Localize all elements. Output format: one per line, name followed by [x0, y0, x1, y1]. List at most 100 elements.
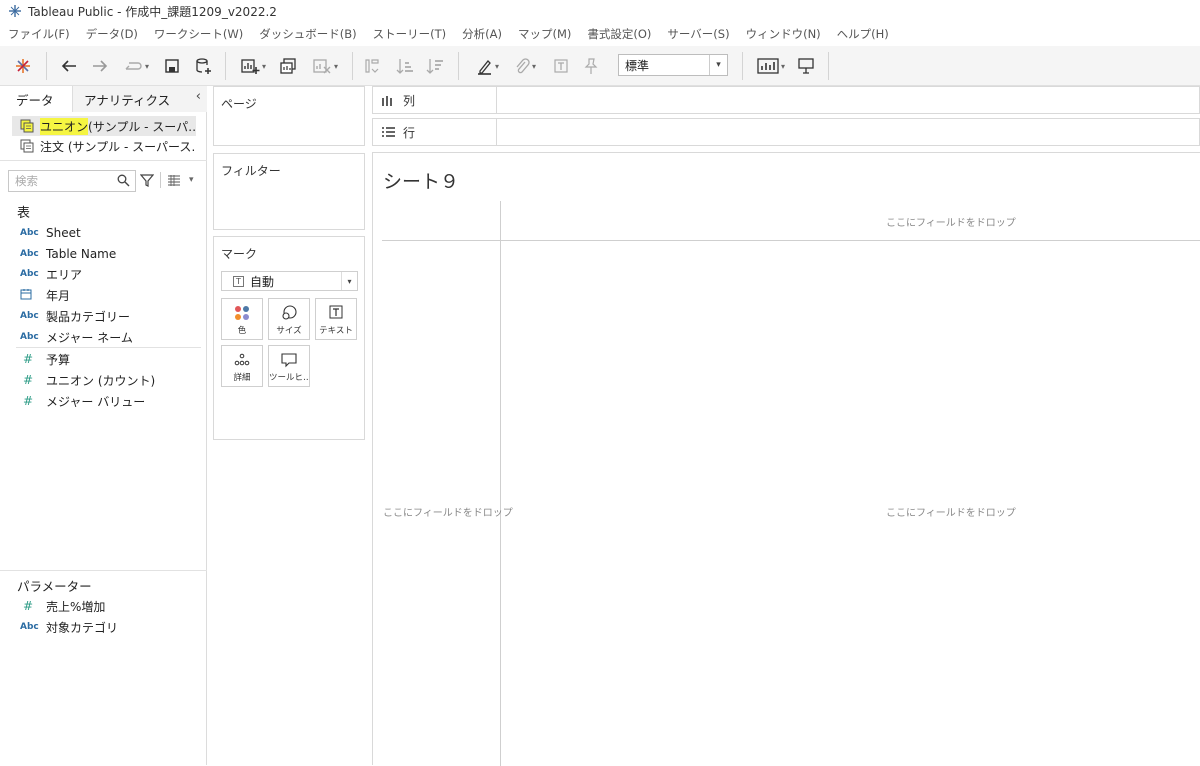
pin-icon[interactable]	[580, 54, 602, 78]
filter-icon[interactable]	[140, 173, 154, 187]
string-type-icon: Abc	[20, 249, 39, 259]
detail-label: 詳細	[233, 373, 251, 383]
size-button[interactable]: サイズ	[268, 298, 310, 340]
size-label: サイズ	[276, 326, 302, 336]
marks-card: マーク T 自動 ▾ 色 サイズ テキスト 詳細 ツールヒ…	[213, 236, 365, 440]
datasource-icon	[20, 139, 34, 153]
datasource-item-orders[interactable]: 注文 (サンプル - スーパース…	[12, 136, 196, 156]
filters-title: フィルター	[221, 164, 281, 178]
clear-sheet-icon[interactable]: ▾	[306, 54, 344, 78]
columns-shelf[interactable]: 列	[372, 86, 1200, 114]
datasource-name: 注文 (サンプル - スーパース…	[40, 139, 196, 154]
field-item[interactable]: Abc メジャー ネーム	[20, 327, 133, 347]
drop-zone-columns[interactable]: ここにフィールドをドロップ	[886, 214, 1016, 229]
menu-file[interactable]: ファイル(F)	[0, 26, 78, 42]
save-icon[interactable]	[161, 54, 183, 78]
undo-icon[interactable]	[58, 54, 80, 78]
sort-ascending-icon[interactable]	[394, 54, 416, 78]
color-button[interactable]: 色	[221, 298, 263, 340]
redo-icon[interactable]	[89, 54, 111, 78]
duplicate-sheet-icon[interactable]	[277, 54, 299, 78]
field-item[interactable]: # ユニオン (カウント)	[20, 370, 155, 390]
mark-type-value: 自動	[250, 274, 275, 289]
columns-shelf-label: 列	[373, 87, 497, 113]
menu-dashboard[interactable]: ダッシュボード(B)	[251, 26, 364, 42]
text-icon	[329, 305, 343, 319]
menu-window[interactable]: ウィンドウ(N)	[738, 26, 829, 42]
filters-card[interactable]: フィルター	[213, 153, 365, 230]
field-item[interactable]: # 予算	[20, 349, 70, 369]
field-item[interactable]: Abc Table Name	[20, 244, 116, 264]
chevron-down-icon[interactable]: ▾	[709, 55, 727, 75]
field-name: メジャー ネーム	[46, 330, 133, 345]
menu-help[interactable]: ヘルプ(H)	[829, 26, 897, 42]
parameter-name: 対象カテゴリ	[46, 620, 119, 635]
menu-format[interactable]: 書式設定(O)	[579, 26, 659, 42]
column-header-divider	[382, 240, 1200, 241]
fit-select[interactable]: 標準 ▾	[618, 54, 728, 76]
field-item[interactable]: Abc 製品カテゴリー	[20, 306, 130, 326]
menu-worksheet[interactable]: ワークシート(W)	[146, 26, 251, 42]
datasource-name: (サンプル - スーパ…	[88, 119, 196, 134]
view-list-icon[interactable]	[167, 174, 181, 186]
detail-button[interactable]: 詳細	[221, 345, 263, 387]
sheet-title[interactable]: シート９	[383, 167, 459, 194]
number-type-icon: #	[23, 394, 34, 408]
show-me-icon[interactable]: ▾	[752, 54, 790, 78]
field-search-input[interactable]: 検索	[8, 170, 136, 192]
drop-zone-rows[interactable]: ここにフィールドをドロップ	[383, 504, 513, 519]
swap-rows-columns-icon[interactable]	[361, 54, 383, 78]
calendar-icon	[20, 288, 46, 303]
menu-map[interactable]: マップ(M)	[510, 26, 579, 42]
parameter-item[interactable]: Abc 対象カテゴリ	[20, 617, 118, 637]
field-item[interactable]: Abc エリア	[20, 264, 82, 284]
tab-data[interactable]: データ	[0, 86, 73, 112]
tableau-home-icon[interactable]	[12, 54, 34, 78]
drop-zone-view[interactable]: ここにフィールドをドロップ	[886, 504, 1016, 519]
attach-icon[interactable]: ▾	[508, 54, 542, 78]
window-title: Tableau Public - 作成中_課題1209_v2022.2	[28, 4, 277, 19]
field-item[interactable]: 年月	[20, 285, 70, 305]
number-type-icon: #	[23, 373, 34, 387]
new-datasource-icon[interactable]	[192, 54, 214, 78]
chevron-down-icon[interactable]: ▾	[189, 175, 194, 185]
string-type-icon: Abc	[20, 228, 39, 238]
tab-analytics-label: アナリティクス	[84, 92, 171, 108]
field-item[interactable]: # メジャー バリュー	[20, 391, 145, 411]
tooltip-label: ツールヒ…	[269, 373, 309, 383]
datasource-item-union[interactable]: ユニオン (サンプル - スーパ…	[12, 116, 196, 136]
pages-card[interactable]: ページ	[213, 86, 365, 146]
text-button[interactable]: テキスト	[315, 298, 357, 340]
parameter-item[interactable]: # 売上%増加	[20, 596, 105, 616]
menu-server[interactable]: サーバー(S)	[659, 26, 737, 42]
mark-type-dropdown[interactable]: T 自動 ▾	[221, 271, 358, 291]
show-labels-icon[interactable]	[550, 54, 572, 78]
field-name: Sheet	[46, 226, 81, 240]
string-type-icon: Abc	[20, 311, 39, 321]
worksheet-canvas: シート９ ここにフィールドをドロップ ここにフィールドをドロップ ここにフィール…	[372, 152, 1200, 766]
collapse-pane-icon[interactable]: ‹	[196, 89, 201, 104]
tooltip-button[interactable]: ツールヒ…	[268, 345, 310, 387]
text-label: テキスト	[319, 326, 353, 336]
sort-descending-icon[interactable]	[424, 54, 446, 78]
chevron-down-icon[interactable]: ▾	[341, 272, 357, 290]
menu-story[interactable]: ストーリー(T)	[365, 26, 455, 42]
fit-select-value: 標準	[625, 58, 650, 73]
tableau-logo-icon	[9, 5, 21, 17]
highlight-icon[interactable]: ▾	[470, 54, 504, 78]
string-type-icon: Abc	[20, 332, 39, 342]
replay-icon[interactable]: ▾	[119, 54, 153, 78]
menu-data[interactable]: データ(D)	[78, 26, 146, 42]
parameter-name: 売上%増加	[46, 599, 106, 614]
detail-icon	[234, 353, 250, 366]
rows-shelf[interactable]: 行	[372, 118, 1200, 146]
field-name: 製品カテゴリー	[46, 309, 131, 324]
field-item[interactable]: Abc Sheet	[20, 223, 81, 243]
menu-analysis[interactable]: 分析(A)	[454, 26, 510, 42]
data-pane: データ アナリティクス ‹ ユニオン (サンプル - スーパ… 注文 (サンプル…	[0, 86, 207, 765]
field-tools: ▾	[140, 172, 194, 188]
presentation-mode-icon[interactable]	[795, 54, 817, 78]
new-worksheet-icon[interactable]: ▾	[234, 54, 272, 78]
string-type-icon: Abc	[20, 269, 39, 279]
tab-analytics[interactable]: アナリティクス	[73, 86, 207, 112]
